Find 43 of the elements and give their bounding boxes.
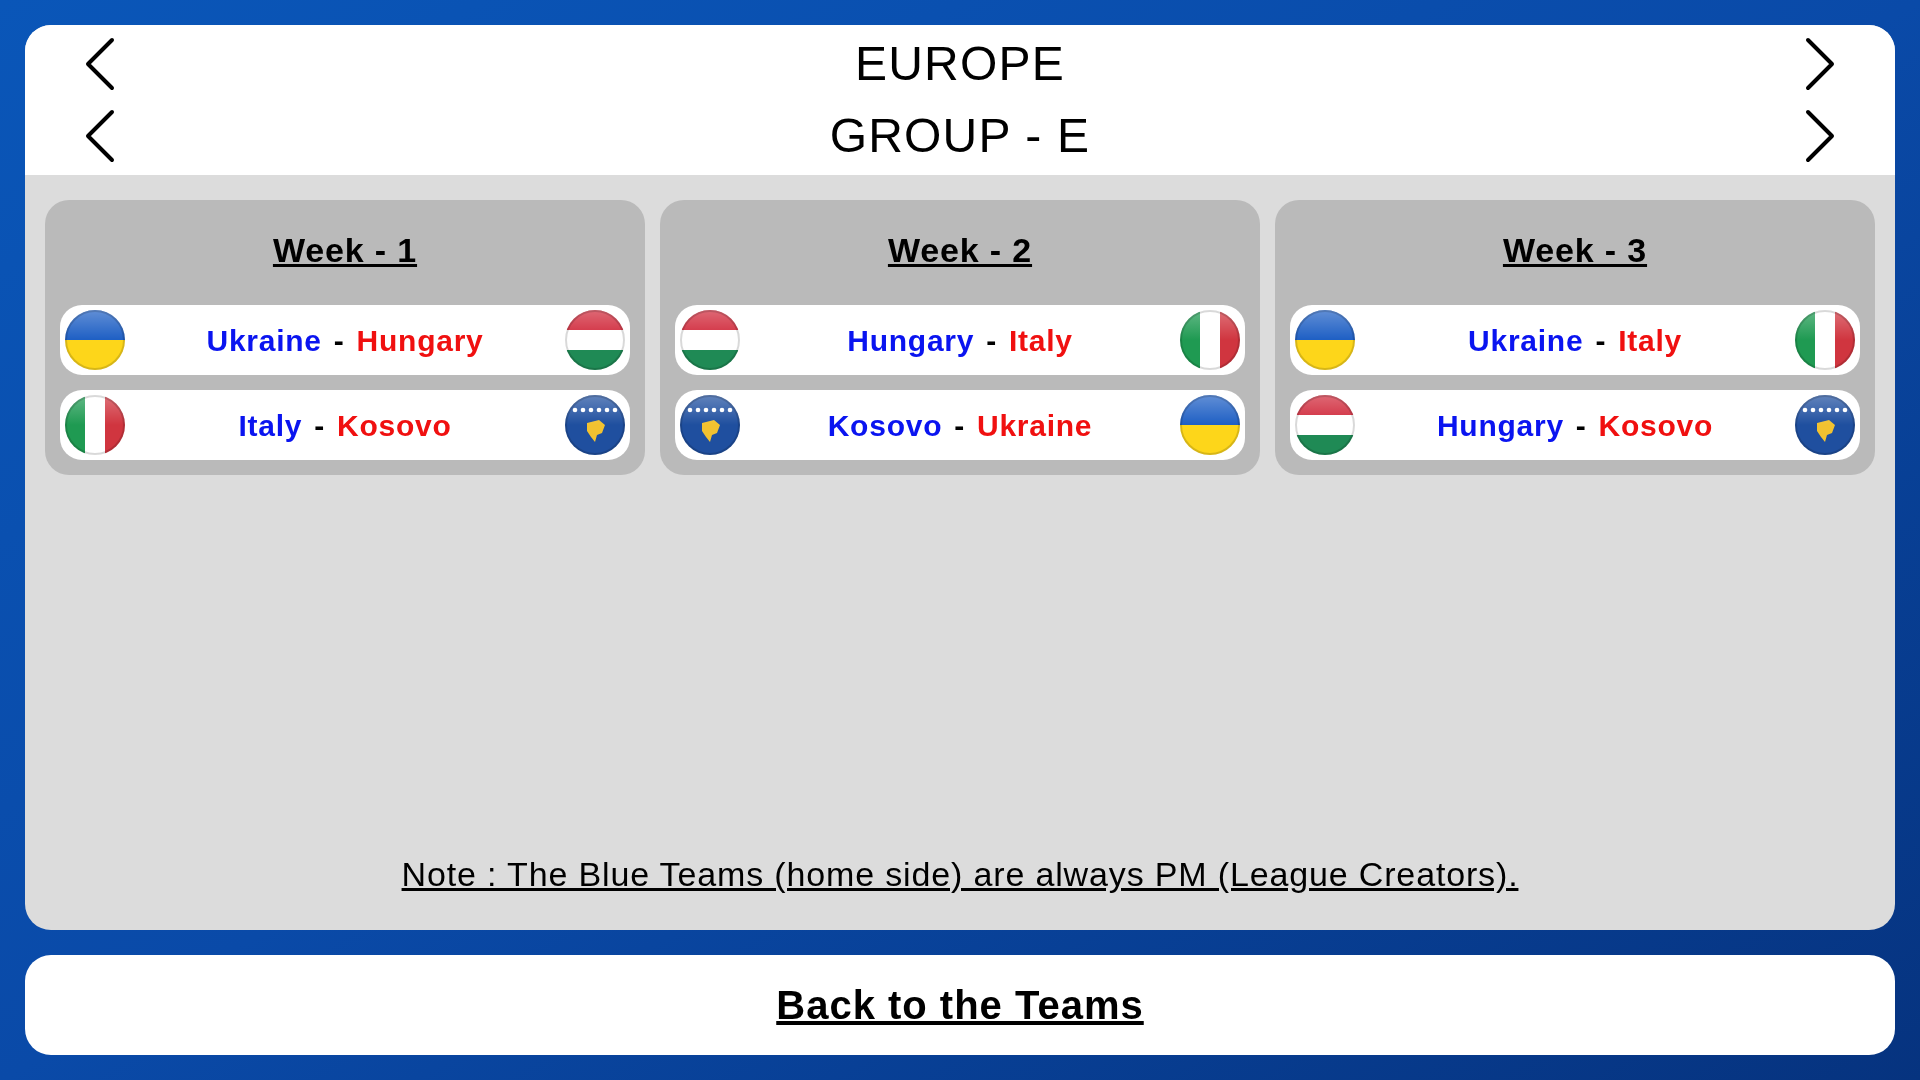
match-row[interactable]: Hungary - Italy (675, 305, 1245, 375)
match-row[interactable]: Hungary - Kosovo (1290, 390, 1860, 460)
away-team-name: Kosovo (337, 407, 452, 444)
note-text: Note : The Blue Teams (home side) are always PM (League Creators). (401, 854, 1519, 895)
week-title: Week - 3 (1502, 229, 1648, 271)
flag-icon (564, 394, 626, 456)
flag-icon (1294, 394, 1356, 456)
versus-dash: - (333, 322, 345, 359)
flag-icon (679, 309, 741, 371)
week-title: Week - 2 (887, 229, 1033, 271)
region-title: EUROPE (855, 36, 1065, 92)
versus-dash: - (1575, 407, 1587, 444)
week-title: Week - 1 (272, 229, 418, 271)
versus-dash: - (986, 322, 997, 359)
home-team-name: Hungary (1436, 407, 1564, 444)
away-team-name: Hungary (356, 322, 484, 359)
match-row[interactable]: Ukraine - Hungary (60, 305, 630, 375)
away-team-name: Italy (1618, 322, 1682, 359)
flag-icon (64, 394, 126, 456)
home-team-name: Italy (238, 407, 303, 444)
flag-icon (564, 309, 626, 371)
back-to-teams-button[interactable]: Back to the Teams (25, 955, 1895, 1055)
flag-icon (1794, 309, 1856, 371)
versus-dash: - (314, 407, 325, 444)
flag-icon (1179, 309, 1241, 371)
flag-icon (1794, 394, 1856, 456)
home-team-name: Hungary (847, 322, 975, 359)
flag-icon (1179, 394, 1241, 456)
versus-dash: - (954, 407, 965, 444)
flag-icon (64, 309, 126, 371)
flag-icon (1294, 309, 1356, 371)
home-team-name: Ukraine (1468, 322, 1584, 359)
home-team-name: Ukraine (206, 322, 322, 359)
away-team-name: Ukraine (976, 407, 1093, 444)
away-team-name: Italy (1008, 322, 1073, 359)
match-row[interactable]: Italy - Kosovo (60, 390, 630, 460)
group-title: GROUP - E (829, 108, 1091, 164)
match-row[interactable]: Ukraine - Italy (1290, 305, 1860, 375)
match-row[interactable]: Kosovo - Ukraine (675, 390, 1245, 460)
flag-icon (679, 394, 741, 456)
versus-dash: - (1595, 322, 1607, 359)
away-team-name: Kosovo (1598, 407, 1714, 444)
home-team-name: Kosovo (827, 407, 943, 444)
